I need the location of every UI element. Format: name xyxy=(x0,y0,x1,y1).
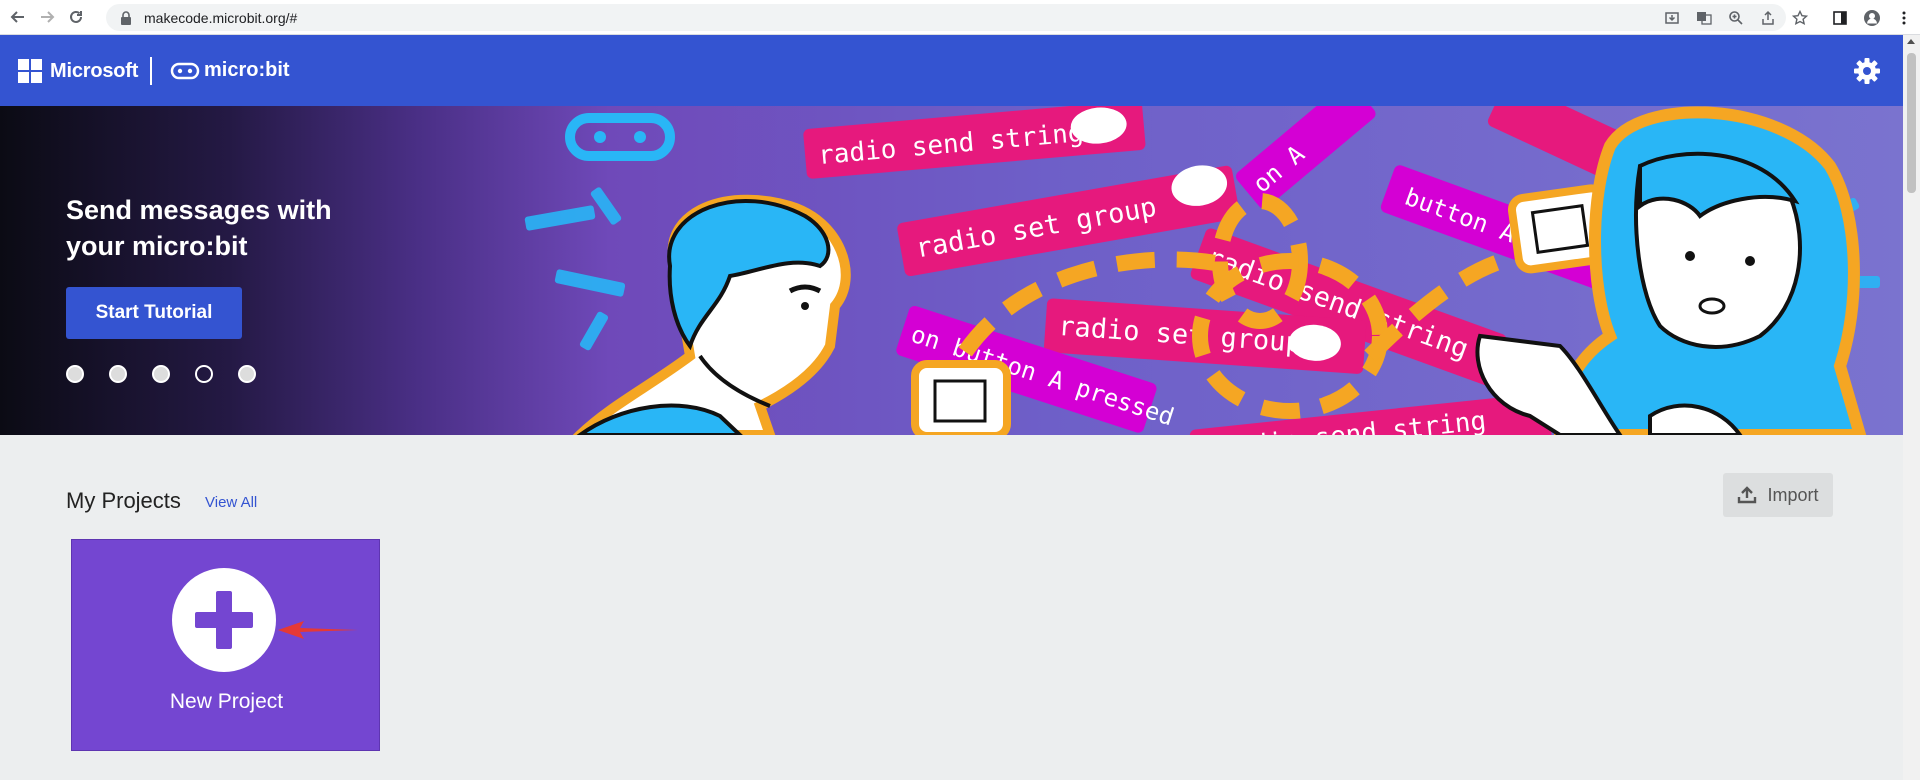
menu-kebab-icon[interactable] xyxy=(1894,8,1914,28)
browser-actions xyxy=(1650,0,1920,35)
hero-title: Send messages with your micro:bit xyxy=(66,195,332,261)
lock-icon xyxy=(121,10,131,25)
import-button[interactable]: Import xyxy=(1723,473,1833,517)
microbit-wordmark: micro:bit xyxy=(204,59,290,81)
header-divider xyxy=(150,57,152,85)
projects-heading: My Projects xyxy=(66,488,181,513)
carousel-dot-4[interactable] xyxy=(195,365,213,383)
url-text: makecode.microbit.org/# xyxy=(144,9,298,26)
browser-toolbar: makecode.microbit.org/# xyxy=(0,0,1920,35)
side-panel-icon[interactable] xyxy=(1830,8,1850,28)
plus-icon xyxy=(172,568,276,672)
microsoft-logo[interactable]: Microsoft xyxy=(18,59,138,83)
carousel-dot-2[interactable] xyxy=(109,365,127,383)
upload-icon xyxy=(1738,486,1757,504)
art-text: radio send string xyxy=(1220,406,1488,435)
microsoft-wordmark: Microsoft xyxy=(50,59,139,82)
reload-icon[interactable] xyxy=(65,6,87,28)
page-scrollbar[interactable] xyxy=(1903,35,1920,780)
share-icon[interactable] xyxy=(1758,8,1778,28)
carousel-dots xyxy=(66,365,281,383)
profile-avatar-icon[interactable] xyxy=(1862,8,1882,28)
new-project-label: New Project xyxy=(169,690,284,713)
new-project-card[interactable]: New Project xyxy=(71,539,380,751)
hero-illustration: radio send string radio set group radio … xyxy=(524,106,1880,435)
forward-icon[interactable] xyxy=(36,6,58,28)
start-tutorial-button[interactable]: Start Tutorial xyxy=(66,287,242,339)
site-header: Microsoft micro:bit xyxy=(0,35,1903,106)
gear-icon[interactable] xyxy=(1853,57,1881,85)
import-label: Import xyxy=(1767,484,1819,505)
zoom-icon[interactable] xyxy=(1726,8,1746,28)
red-arrow-annotation-icon xyxy=(278,621,358,639)
windows-icon xyxy=(18,59,42,83)
carousel-dot-5[interactable] xyxy=(238,365,256,383)
bookmark-star-icon[interactable] xyxy=(1790,8,1810,28)
microbit-logo[interactable]: micro:bit xyxy=(170,59,290,82)
install-icon[interactable] xyxy=(1662,8,1682,28)
carousel-dot-1[interactable] xyxy=(66,365,84,383)
hero-carousel: radio send string radio set group radio … xyxy=(0,106,1903,435)
carousel-dot-3[interactable] xyxy=(152,365,170,383)
microbit-icon xyxy=(170,62,200,79)
address-bar[interactable]: makecode.microbit.org/# xyxy=(106,4,1786,31)
back-icon[interactable] xyxy=(7,6,29,28)
translate-icon[interactable] xyxy=(1694,8,1714,28)
scroll-up-arrow-icon[interactable] xyxy=(1907,39,1915,44)
view-all-link[interactable]: View All xyxy=(205,494,257,511)
scroll-thumb[interactable] xyxy=(1907,53,1916,193)
